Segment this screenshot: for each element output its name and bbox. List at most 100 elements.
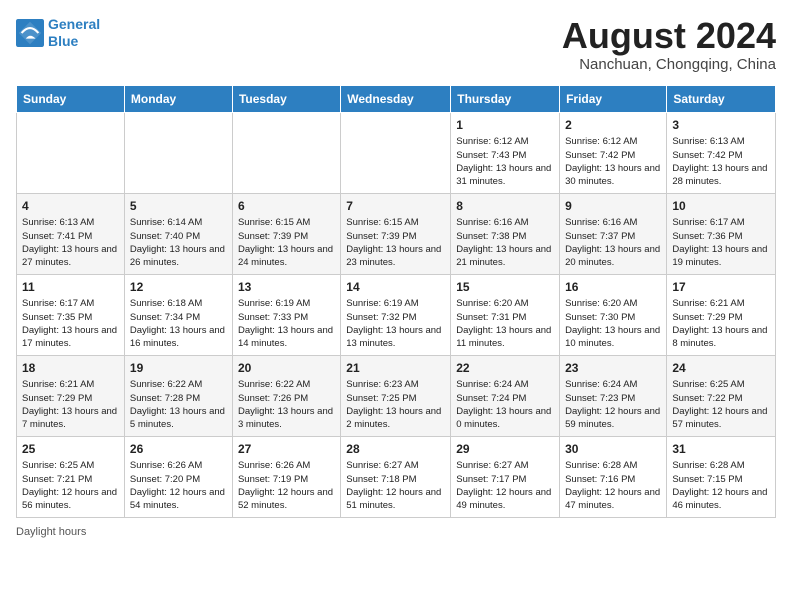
day-info: Sunrise: 6:20 AMSunset: 7:30 PMDaylight:… (565, 297, 661, 350)
day-cell: 5Sunrise: 6:14 AMSunset: 7:40 PMDaylight… (124, 193, 232, 274)
day-number: 11 (22, 279, 119, 296)
day-info: Sunrise: 6:19 AMSunset: 7:32 PMDaylight:… (346, 297, 445, 350)
day-info: Sunrise: 6:24 AMSunset: 7:24 PMDaylight:… (456, 378, 554, 431)
col-header-saturday: Saturday (667, 85, 776, 112)
day-number: 28 (346, 441, 445, 458)
day-cell: 24Sunrise: 6:25 AMSunset: 7:22 PMDayligh… (667, 355, 776, 436)
day-info: Sunrise: 6:12 AMSunset: 7:43 PMDaylight:… (456, 135, 554, 188)
day-cell: 11Sunrise: 6:17 AMSunset: 7:35 PMDayligh… (17, 274, 125, 355)
calendar-table: SundayMondayTuesdayWednesdayThursdayFrid… (16, 85, 776, 518)
day-number: 18 (22, 360, 119, 377)
day-number: 22 (456, 360, 554, 377)
col-header-friday: Friday (560, 85, 667, 112)
day-info: Sunrise: 6:14 AMSunset: 7:40 PMDaylight:… (130, 216, 227, 269)
col-header-thursday: Thursday (451, 85, 560, 112)
day-info: Sunrise: 6:21 AMSunset: 7:29 PMDaylight:… (22, 378, 119, 431)
week-row-2: 4Sunrise: 6:13 AMSunset: 7:41 PMDaylight… (17, 193, 776, 274)
logo-icon (16, 19, 44, 47)
col-header-monday: Monday (124, 85, 232, 112)
day-info: Sunrise: 6:16 AMSunset: 7:37 PMDaylight:… (565, 216, 661, 269)
week-row-1: 1Sunrise: 6:12 AMSunset: 7:43 PMDaylight… (17, 112, 776, 193)
day-cell: 19Sunrise: 6:22 AMSunset: 7:28 PMDayligh… (124, 355, 232, 436)
day-number: 24 (672, 360, 770, 377)
day-info: Sunrise: 6:26 AMSunset: 7:20 PMDaylight:… (130, 459, 227, 512)
day-info: Sunrise: 6:25 AMSunset: 7:22 PMDaylight:… (672, 378, 770, 431)
day-cell: 1Sunrise: 6:12 AMSunset: 7:43 PMDaylight… (451, 112, 560, 193)
day-cell: 25Sunrise: 6:25 AMSunset: 7:21 PMDayligh… (17, 436, 125, 517)
day-info: Sunrise: 6:28 AMSunset: 7:15 PMDaylight:… (672, 459, 770, 512)
day-number: 20 (238, 360, 335, 377)
day-cell: 26Sunrise: 6:26 AMSunset: 7:20 PMDayligh… (124, 436, 232, 517)
col-header-sunday: Sunday (17, 85, 125, 112)
day-cell: 8Sunrise: 6:16 AMSunset: 7:38 PMDaylight… (451, 193, 560, 274)
day-number: 2 (565, 117, 661, 134)
day-info: Sunrise: 6:12 AMSunset: 7:42 PMDaylight:… (565, 135, 661, 188)
day-info: Sunrise: 6:27 AMSunset: 7:17 PMDaylight:… (456, 459, 554, 512)
day-info: Sunrise: 6:16 AMSunset: 7:38 PMDaylight:… (456, 216, 554, 269)
day-cell: 17Sunrise: 6:21 AMSunset: 7:29 PMDayligh… (667, 274, 776, 355)
day-info: Sunrise: 6:15 AMSunset: 7:39 PMDaylight:… (346, 216, 445, 269)
day-number: 31 (672, 441, 770, 458)
day-number: 15 (456, 279, 554, 296)
day-number: 17 (672, 279, 770, 296)
day-cell: 23Sunrise: 6:24 AMSunset: 7:23 PMDayligh… (560, 355, 667, 436)
day-cell (124, 112, 232, 193)
day-info: Sunrise: 6:19 AMSunset: 7:33 PMDaylight:… (238, 297, 335, 350)
day-number: 21 (346, 360, 445, 377)
header: General Blue August 2024 Nanchuan, Chong… (16, 16, 776, 73)
day-cell: 6Sunrise: 6:15 AMSunset: 7:39 PMDaylight… (232, 193, 340, 274)
location: Nanchuan, Chongqing, China (562, 56, 776, 73)
month-year: August 2024 (562, 16, 776, 56)
day-info: Sunrise: 6:22 AMSunset: 7:26 PMDaylight:… (238, 378, 335, 431)
day-info: Sunrise: 6:28 AMSunset: 7:16 PMDaylight:… (565, 459, 661, 512)
day-number: 23 (565, 360, 661, 377)
col-header-tuesday: Tuesday (232, 85, 340, 112)
day-info: Sunrise: 6:24 AMSunset: 7:23 PMDaylight:… (565, 378, 661, 431)
day-number: 5 (130, 198, 227, 215)
day-number: 10 (672, 198, 770, 215)
day-info: Sunrise: 6:13 AMSunset: 7:41 PMDaylight:… (22, 216, 119, 269)
day-cell: 21Sunrise: 6:23 AMSunset: 7:25 PMDayligh… (341, 355, 451, 436)
logo-text: General Blue (48, 16, 100, 50)
week-row-4: 18Sunrise: 6:21 AMSunset: 7:29 PMDayligh… (17, 355, 776, 436)
day-cell: 4Sunrise: 6:13 AMSunset: 7:41 PMDaylight… (17, 193, 125, 274)
day-info: Sunrise: 6:18 AMSunset: 7:34 PMDaylight:… (130, 297, 227, 350)
title-block: August 2024 Nanchuan, Chongqing, China (562, 16, 776, 73)
day-number: 6 (238, 198, 335, 215)
day-info: Sunrise: 6:27 AMSunset: 7:18 PMDaylight:… (346, 459, 445, 512)
day-number: 14 (346, 279, 445, 296)
day-cell: 9Sunrise: 6:16 AMSunset: 7:37 PMDaylight… (560, 193, 667, 274)
day-number: 13 (238, 279, 335, 296)
day-cell: 28Sunrise: 6:27 AMSunset: 7:18 PMDayligh… (341, 436, 451, 517)
day-cell: 3Sunrise: 6:13 AMSunset: 7:42 PMDaylight… (667, 112, 776, 193)
day-number: 1 (456, 117, 554, 134)
day-cell: 30Sunrise: 6:28 AMSunset: 7:16 PMDayligh… (560, 436, 667, 517)
day-cell (232, 112, 340, 193)
day-cell: 18Sunrise: 6:21 AMSunset: 7:29 PMDayligh… (17, 355, 125, 436)
day-number: 8 (456, 198, 554, 215)
day-info: Sunrise: 6:17 AMSunset: 7:36 PMDaylight:… (672, 216, 770, 269)
header-row: SundayMondayTuesdayWednesdayThursdayFrid… (17, 85, 776, 112)
day-info: Sunrise: 6:20 AMSunset: 7:31 PMDaylight:… (456, 297, 554, 350)
day-info: Sunrise: 6:17 AMSunset: 7:35 PMDaylight:… (22, 297, 119, 350)
day-cell: 15Sunrise: 6:20 AMSunset: 7:31 PMDayligh… (451, 274, 560, 355)
day-info: Sunrise: 6:22 AMSunset: 7:28 PMDaylight:… (130, 378, 227, 431)
day-number: 4 (22, 198, 119, 215)
week-row-3: 11Sunrise: 6:17 AMSunset: 7:35 PMDayligh… (17, 274, 776, 355)
day-number: 29 (456, 441, 554, 458)
day-cell (341, 112, 451, 193)
day-cell: 31Sunrise: 6:28 AMSunset: 7:15 PMDayligh… (667, 436, 776, 517)
day-info: Sunrise: 6:25 AMSunset: 7:21 PMDaylight:… (22, 459, 119, 512)
footer: Daylight hours (16, 526, 776, 538)
day-cell: 14Sunrise: 6:19 AMSunset: 7:32 PMDayligh… (341, 274, 451, 355)
day-cell: 10Sunrise: 6:17 AMSunset: 7:36 PMDayligh… (667, 193, 776, 274)
day-info: Sunrise: 6:26 AMSunset: 7:19 PMDaylight:… (238, 459, 335, 512)
day-cell: 29Sunrise: 6:27 AMSunset: 7:17 PMDayligh… (451, 436, 560, 517)
day-number: 3 (672, 117, 770, 134)
logo-line2: Blue (48, 33, 78, 49)
day-number: 12 (130, 279, 227, 296)
day-number: 7 (346, 198, 445, 215)
logo: General Blue (16, 16, 100, 50)
day-number: 27 (238, 441, 335, 458)
day-info: Sunrise: 6:23 AMSunset: 7:25 PMDaylight:… (346, 378, 445, 431)
